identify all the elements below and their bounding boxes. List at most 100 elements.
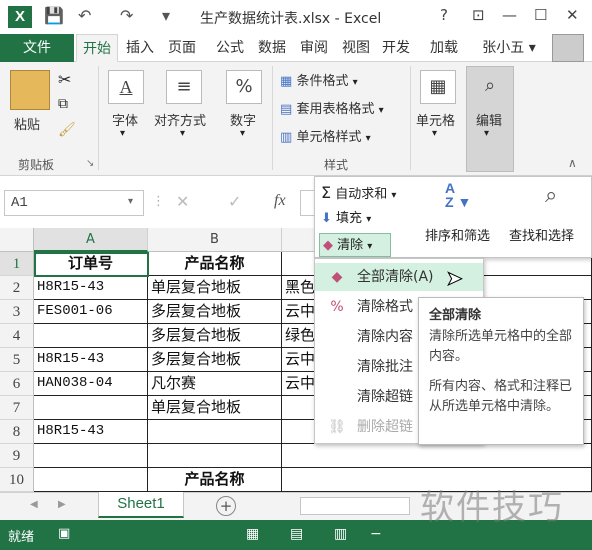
conditional-format-button[interactable]: ▦ 条件格式 ▾ [280, 70, 358, 89]
tab-data[interactable]: 数据 [252, 34, 292, 62]
column-header-a[interactable]: A [34, 228, 148, 252]
row-header[interactable]: 6 [0, 372, 34, 396]
row-header[interactable]: 9 [0, 444, 34, 468]
alignment-button[interactable]: 对齐方式 [154, 110, 206, 129]
cell-a9[interactable] [34, 444, 148, 468]
add-sheet-icon[interactable]: + [216, 496, 236, 516]
cell-a8[interactable]: H8R15-43 [34, 420, 148, 444]
tab-home[interactable]: 开始 [76, 34, 118, 62]
undo-icon[interactable]: ↶ [78, 6, 91, 25]
row-header[interactable]: 1 [0, 252, 34, 276]
normal-view-icon[interactable]: ▦ [246, 526, 259, 542]
font-button[interactable]: 字体 [112, 110, 138, 129]
customize-quick-access-icon[interactable]: ▾ [162, 6, 170, 25]
cell-c9[interactable] [282, 444, 592, 468]
row-header[interactable]: 5 [0, 348, 34, 372]
table-format-button[interactable]: ▤ 套用表格格式 ▾ [280, 98, 384, 117]
cell-style-label: 单元格样式 [296, 130, 362, 145]
cell-a7[interactable] [34, 396, 148, 420]
collapse-ribbon-icon[interactable]: ∧ [568, 156, 577, 170]
cell-b8[interactable] [148, 420, 282, 444]
cell-a2[interactable]: H8R15-43 [34, 276, 148, 300]
ribbon-display-options-button[interactable]: ⊡ [472, 6, 485, 24]
cell-b6[interactable]: 凡尔赛 [148, 372, 282, 396]
tab-review[interactable]: 审阅 [294, 34, 334, 62]
chevron-down-icon: ▾ [120, 128, 126, 139]
row-header[interactable]: 10 [0, 468, 34, 492]
tab-page-layout[interactable]: 页面 [162, 34, 202, 62]
number-format-icon[interactable]: % [226, 70, 262, 104]
dialog-launcher-icon[interactable]: ↘ [86, 158, 94, 169]
eraser-icon: ◆ [331, 269, 343, 285]
save-icon[interactable]: 💾 [44, 6, 64, 25]
page-break-view-icon[interactable]: ▥ [334, 526, 347, 542]
font-icon[interactable]: A [108, 70, 144, 104]
tab-developer[interactable]: 开发 [376, 34, 416, 62]
cell-b10[interactable]: 产品名称 [148, 468, 282, 492]
maximize-button[interactable]: ☐ [534, 6, 547, 24]
format-painter-icon[interactable]: 🖌 [58, 122, 76, 138]
redo-icon[interactable]: ↷ [120, 6, 133, 25]
cell-a3[interactable]: FES001-06 [34, 300, 148, 324]
clear-label: 清除 [337, 238, 364, 253]
scroll-right-icon[interactable]: ▶ [58, 499, 66, 510]
clear-formats-label: 清除格式 [357, 299, 413, 315]
chevron-down-icon[interactable]: ▾ [128, 196, 133, 207]
cell-b4[interactable]: 多层复合地板 [148, 324, 282, 348]
tab-formulas[interactable]: 公式 [210, 34, 250, 62]
copy-icon[interactable]: ⧉ [58, 96, 68, 112]
sort-filter-button[interactable]: 排序和筛选 [425, 225, 490, 244]
select-all-corner[interactable] [0, 228, 34, 252]
cell-a4[interactable] [34, 324, 148, 348]
find-select-button[interactable]: 查找和选择 [509, 225, 574, 244]
row-header[interactable]: 7 [0, 396, 34, 420]
tab-insert[interactable]: 插入 [120, 34, 160, 62]
paste-icon[interactable] [10, 70, 50, 110]
cell-b3[interactable]: 多层复合地板 [148, 300, 282, 324]
tab-view[interactable]: 视图 [336, 34, 376, 62]
cut-icon[interactable]: ✂ [58, 70, 71, 89]
row-header[interactable]: 4 [0, 324, 34, 348]
close-button[interactable]: ✕ [566, 6, 579, 24]
formula-input[interactable] [300, 190, 314, 216]
cell-a10[interactable] [34, 468, 148, 492]
row-header[interactable]: 8 [0, 420, 34, 444]
scroll-left-icon[interactable]: ◀ [30, 499, 38, 510]
row-header[interactable]: 3 [0, 300, 34, 324]
cell-b7[interactable]: 单层复合地板 [148, 396, 282, 420]
tab-addins[interactable]: 加载 [424, 34, 464, 62]
row-header[interactable]: 2 [0, 276, 34, 300]
cell-b1[interactable]: 产品名称 [148, 252, 282, 276]
horizontal-scrollbar[interactable] [300, 497, 410, 515]
enter-icon[interactable]: ✓ [228, 192, 241, 211]
number-button[interactable]: 数字 [230, 110, 256, 129]
insert-function-icon[interactable]: fx [274, 192, 286, 210]
fill-button[interactable]: ⬇ 填充 ▾ [321, 207, 429, 231]
cells-icon[interactable]: ▦ [420, 70, 456, 104]
macro-record-icon[interactable]: ▣ [58, 526, 70, 541]
alignment-icon[interactable]: ≡ [166, 70, 202, 104]
avatar[interactable] [552, 34, 584, 62]
help-button[interactable]: ? [440, 6, 448, 24]
watermark: 软件技巧 [420, 488, 564, 528]
name-box[interactable]: A1 [4, 190, 144, 216]
page-layout-view-icon[interactable]: ▤ [290, 526, 303, 542]
column-header-b[interactable]: B [148, 228, 282, 252]
cell-b2[interactable]: 单层复合地板 [148, 276, 282, 300]
cell-a6[interactable]: HAN038-04 [34, 372, 148, 396]
tab-file[interactable]: 文件 [0, 34, 74, 62]
user-name-label: 张小五 [482, 40, 525, 56]
cell-b5[interactable]: 多层复合地板 [148, 348, 282, 372]
cell-style-button[interactable]: ▥ 单元格样式 ▾ [280, 126, 371, 145]
cell-a5[interactable]: H8R15-43 [34, 348, 148, 372]
autosum-button[interactable]: Σ 自动求和 ▾ [321, 181, 429, 205]
clear-button[interactable]: ◆ 清除 ▾ [319, 233, 391, 257]
user-name[interactable]: 张小五 ▾ [478, 34, 540, 62]
paste-button[interactable]: 粘贴 [14, 114, 40, 133]
cancel-icon[interactable]: ✕ [176, 192, 189, 211]
minimize-button[interactable]: — [502, 6, 517, 24]
sheet-tab[interactable]: Sheet1 [98, 492, 184, 518]
cells-button[interactable]: 单元格 [416, 110, 455, 129]
cell-b9[interactable] [148, 444, 282, 468]
zoom-out-icon[interactable]: − [370, 526, 382, 542]
